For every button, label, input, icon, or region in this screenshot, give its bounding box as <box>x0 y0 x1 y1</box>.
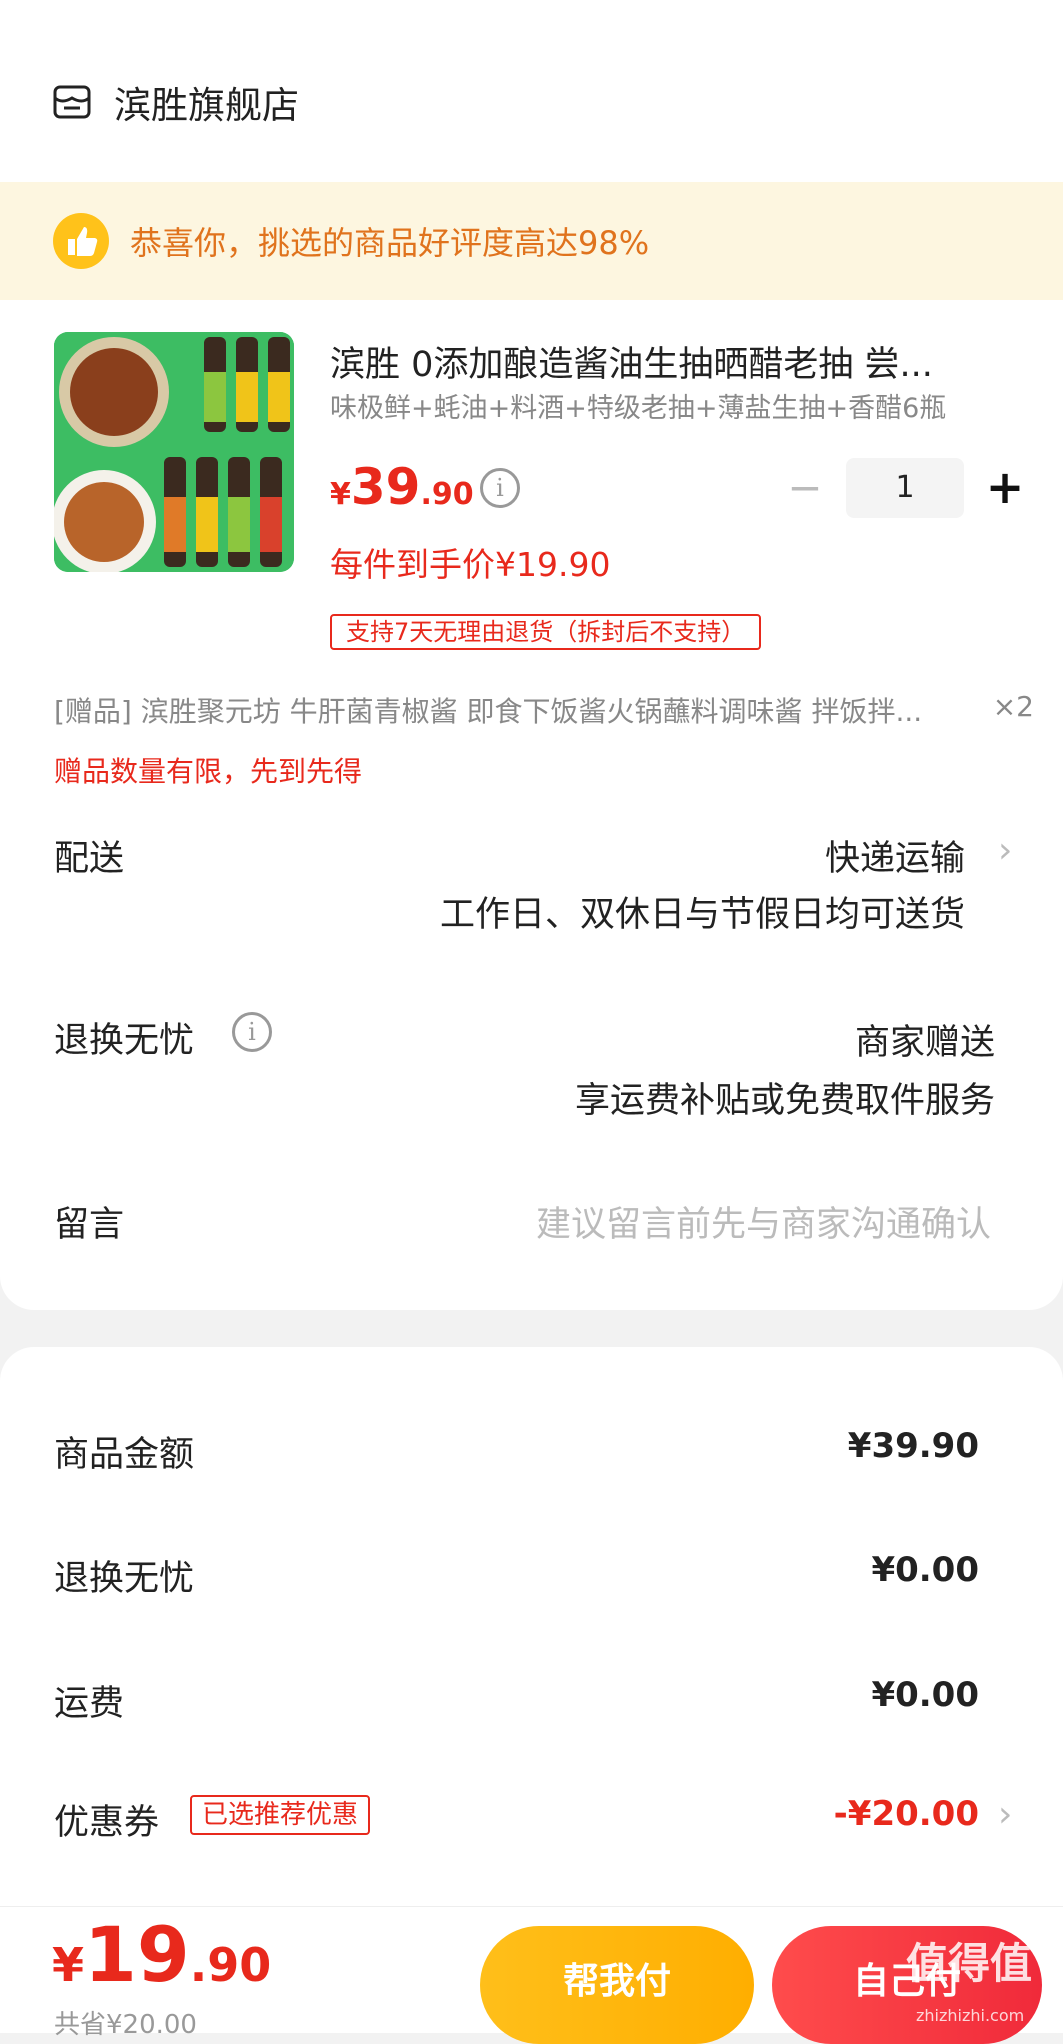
total-currency: ¥ <box>52 1938 85 1992</box>
delivery-method[interactable]: 快递运输 <box>825 830 965 881</box>
per-item-price: 每件到手价¥19.90 <box>330 545 611 584</box>
coupon-label: 优惠券 <box>54 1803 160 1843</box>
banner-text: 恭喜你，挑选的商品好评度高达98% <box>130 224 650 262</box>
total-price: ¥19.90 <box>52 1910 271 1999</box>
return-worry-label: 退换无忧 <box>54 1021 195 1061</box>
coupon-value[interactable]: -¥20.00 <box>834 1794 979 1834</box>
message-input[interactable]: 建议留言前先与商家沟通确认 <box>536 1196 991 1247</box>
store-icon <box>53 85 91 119</box>
shipping-value: ¥0.00 <box>871 1675 979 1715</box>
gift-row[interactable]: [赠品] 滨胜聚元坊 牛肝菌青椒酱 即食下饭酱火锅蘸料调味酱 拌饭拌... ×2 <box>54 690 1034 730</box>
return-worry-detail: 享运费补贴或免费取件服务 <box>574 1081 995 1121</box>
total-decimal: .90 <box>189 1938 272 1992</box>
gift-quantity: ×2 <box>992 690 1034 723</box>
return-worry-fee-label: 退换无忧 <box>54 1559 195 1599</box>
coupon-chevron-icon[interactable]: › <box>998 1794 1012 1835</box>
product-title[interactable]: 滨胜 0添加酿造酱油生抽晒醋老抽 尝... <box>330 336 1020 387</box>
gift-text: [赠品] 滨胜聚元坊 牛肝菌青椒酱 即食下饭酱火锅蘸料调味酱 拌饭拌... <box>54 695 923 728</box>
product-image-graphic <box>54 332 294 572</box>
quantity-field[interactable]: 1 <box>846 458 964 518</box>
rating-banner: 恭喜你，挑选的商品好评度高达98% <box>0 182 1063 300</box>
delivery-detail: 工作日、双休日与节假日均可送货 <box>439 895 965 935</box>
order-card: 滨胜旗舰店 恭喜你，挑选的商品好评度高达98% 滨胜 0添加酿造酱油生抽晒醋老抽… <box>0 0 1063 1310</box>
delivery-chevron-icon[interactable]: › <box>998 830 1012 871</box>
goods-amount-label: 商品金额 <box>54 1435 195 1475</box>
price-decimal: .90 <box>420 477 474 512</box>
saved-amount: 共省¥20.00 <box>54 2010 197 2040</box>
product-spec[interactable]: 味极鲜+蚝油+料酒+特级老抽+薄盐生抽+香醋6瓶 <box>330 386 946 425</box>
store-name: 滨胜旗舰店 <box>114 84 299 127</box>
quantity-increase-button[interactable]: + <box>980 462 1030 512</box>
coupon-tag: 已选推荐优惠 <box>190 1795 371 1835</box>
return-worry-fee-value: ¥0.00 <box>871 1550 979 1590</box>
watermark-logo: 值得值 <box>906 1939 1033 1988</box>
goods-amount-value: ¥39.90 <box>847 1426 979 1466</box>
return-policy-tag: 支持7天无理由退货（拆封后不支持） <box>330 614 762 650</box>
gift-note: 赠品数量有限，先到先得 <box>54 755 363 788</box>
quantity-decrease-button[interactable]: − <box>780 466 830 510</box>
return-worry-value: 商家赠送 <box>854 1023 995 1063</box>
price-integer: 39 <box>350 458 421 516</box>
message-label: 留言 <box>54 1205 125 1245</box>
total-integer: 19 <box>84 1910 190 1999</box>
product-image[interactable] <box>54 332 294 572</box>
price-info-icon[interactable]: i <box>480 468 520 508</box>
delivery-label: 配送 <box>54 839 125 879</box>
shipping-label: 运费 <box>54 1684 125 1724</box>
watermark-url: zhizhizhi.com <box>916 2006 1025 2025</box>
thumbs-up-icon <box>53 213 109 269</box>
store-row[interactable]: 滨胜旗舰店 <box>52 70 299 134</box>
return-worry-info-icon[interactable]: i <box>232 1012 272 1052</box>
price-currency: ¥ <box>330 477 351 512</box>
product-price: ¥39.90 <box>330 458 474 516</box>
help-pay-button[interactable]: 帮我付 <box>480 1926 754 2044</box>
